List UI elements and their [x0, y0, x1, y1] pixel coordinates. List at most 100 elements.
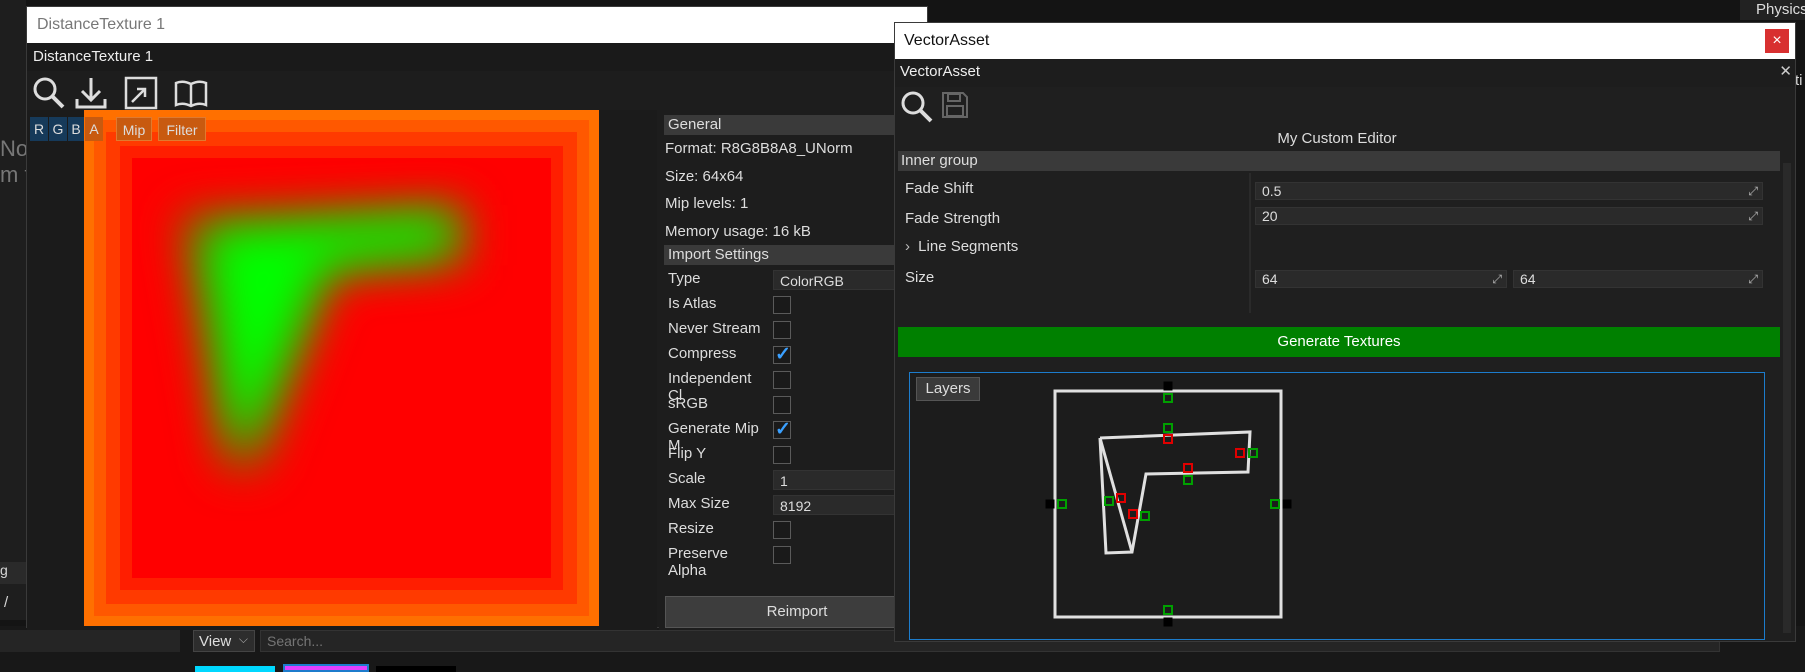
save-icon[interactable]: [941, 91, 969, 119]
download-icon[interactable]: [73, 75, 109, 111]
va-titlebar[interactable]: VectorAsset ×: [895, 23, 1795, 59]
expand-icon[interactable]: ⤢: [1748, 183, 1758, 200]
fade-shift-field[interactable]: 0.5 ⤢: [1255, 182, 1763, 200]
handle-black: [1163, 617, 1173, 627]
right-side-text: ti: [1795, 72, 1803, 89]
handle-green: [1183, 475, 1193, 485]
import-setting-label: sRGB: [668, 395, 709, 412]
size-y-value: 64: [1520, 271, 1536, 287]
channel-g-button[interactable]: G: [49, 117, 67, 141]
tab-close-icon[interactable]: ✕: [1779, 62, 1792, 80]
import-setting-label: Flip Y: [668, 445, 707, 462]
line-segments-toggle[interactable]: › Line Segments: [905, 238, 1018, 255]
vector-shape: [1098, 430, 1252, 555]
thumbnail-cyan[interactable]: [195, 666, 275, 672]
va-window-title: VectorAsset: [904, 32, 990, 49]
handle-green: [1140, 511, 1150, 521]
handle-black: [1163, 381, 1173, 391]
handle-red: [1235, 448, 1245, 458]
import-setting-label: Type: [668, 270, 701, 287]
inner-group-header[interactable]: Inner group: [898, 151, 1780, 171]
custom-editor-title: My Custom Editor: [1277, 130, 1397, 147]
search-icon[interactable]: [899, 89, 935, 125]
channel-r-button[interactable]: R: [30, 117, 48, 141]
generate-textures-button[interactable]: Generate Textures: [898, 327, 1780, 357]
size-y-field[interactable]: 64 ⤢: [1513, 270, 1763, 288]
import-setting-label: Is Atlas: [668, 295, 717, 312]
line-segments-label: Line Segments: [918, 238, 1019, 255]
import-setting-checkbox[interactable]: [773, 371, 791, 389]
channel-a-button[interactable]: A: [85, 117, 103, 141]
channel-b-button[interactable]: B: [68, 117, 84, 141]
import-setting-checkbox[interactable]: [773, 321, 791, 339]
chevron-down-icon: ⌵: [238, 632, 248, 646]
fade-strength-value: 20: [1262, 208, 1278, 224]
resize-icon[interactable]: [123, 75, 159, 111]
handle-red: [1183, 463, 1193, 473]
inner-group-divider: [1249, 173, 1251, 313]
handle-green: [1163, 393, 1173, 403]
dt-titlebar[interactable]: DistanceTexture 1: [27, 7, 927, 43]
fade-strength-field[interactable]: 20 ⤢: [1255, 207, 1763, 225]
import-setting-checkbox[interactable]: [773, 546, 791, 564]
handle-green: [1163, 423, 1173, 433]
import-setting-label: Scale: [668, 470, 706, 487]
mip-button[interactable]: Mip: [116, 117, 152, 141]
thumbnail-magenta[interactable]: [283, 664, 369, 672]
view-dropdown[interactable]: View ⌵: [193, 630, 255, 652]
close-icon[interactable]: ×: [1765, 29, 1789, 53]
left-search-field[interactable]: [0, 630, 180, 652]
dt-tab-bar: DistanceTexture 1: [27, 43, 927, 71]
left-panel-char-2: /: [4, 594, 9, 611]
vertical-scrollbar[interactable]: [1783, 163, 1791, 633]
dt-properties-panel: General Format: R8G8B8A8_UNorm Size: 64x…: [659, 110, 933, 630]
import-setting-checkbox[interactable]: [773, 396, 791, 414]
size-text: Size: 64x64: [665, 168, 744, 185]
dt-window-title: DistanceTexture 1: [37, 16, 166, 33]
size-x-field[interactable]: 64 ⤢: [1255, 270, 1507, 288]
dt-preview-area: R G B A Mip Filter: [27, 110, 657, 630]
handle-green: [1104, 496, 1114, 506]
reimport-button[interactable]: Reimport: [665, 596, 929, 628]
handle-green: [1057, 499, 1067, 509]
thumbnail-black[interactable]: [376, 666, 456, 672]
handle-black: [1282, 499, 1292, 509]
fade-shift-value: 0.5: [1262, 183, 1282, 199]
dt-tab-title[interactable]: DistanceTexture 1: [33, 48, 153, 65]
book-icon[interactable]: [173, 75, 209, 111]
import-setting-checkbox[interactable]: [773, 521, 791, 539]
import-setting-checkbox[interactable]: [773, 446, 791, 464]
mip-levels-text: Mip levels: 1: [665, 195, 749, 212]
format-text: Format: R8G8B8A8_UNorm: [665, 140, 853, 157]
expand-icon[interactable]: ⤢: [1492, 271, 1502, 288]
import-setting-label: Resize: [668, 520, 714, 537]
size-label: Size: [905, 269, 935, 286]
expand-icon[interactable]: ⤢: [1748, 271, 1758, 288]
left-panel: [0, 0, 26, 620]
layers-canvas[interactable]: Layers: [909, 372, 1765, 640]
texture-preview[interactable]: [84, 110, 599, 626]
size-x-value: 64: [1262, 271, 1278, 287]
search-icon[interactable]: [31, 75, 67, 111]
import-setting-label: Max Size: [668, 495, 730, 512]
fade-shift-label: Fade Shift: [905, 180, 974, 197]
import-setting-checkbox[interactable]: [773, 418, 791, 441]
view-dropdown-label: View: [199, 633, 232, 650]
handle-green: [1270, 499, 1280, 509]
import-setting-checkbox[interactable]: [773, 343, 791, 366]
physics-tab[interactable]: Physics: [1756, 1, 1805, 18]
filter-button[interactable]: Filter: [158, 117, 206, 141]
left-panel-char-1: g: [0, 562, 26, 584]
dt-toolbar: [27, 71, 927, 115]
handle-black: [1045, 499, 1055, 509]
import-settings-header[interactable]: Import Settings: [664, 245, 927, 265]
import-setting-label: Preserve Alpha: [668, 545, 729, 579]
va-tab-title[interactable]: VectorAsset: [900, 63, 980, 80]
general-header[interactable]: General: [664, 115, 927, 135]
shape-editor[interactable]: [910, 373, 1764, 639]
import-setting-checkbox[interactable]: [773, 296, 791, 314]
fade-strength-label: Fade Strength: [905, 210, 1001, 227]
va-toolbar: [895, 87, 1795, 131]
handle-red: [1128, 509, 1138, 519]
expand-icon[interactable]: ⤢: [1748, 208, 1758, 225]
